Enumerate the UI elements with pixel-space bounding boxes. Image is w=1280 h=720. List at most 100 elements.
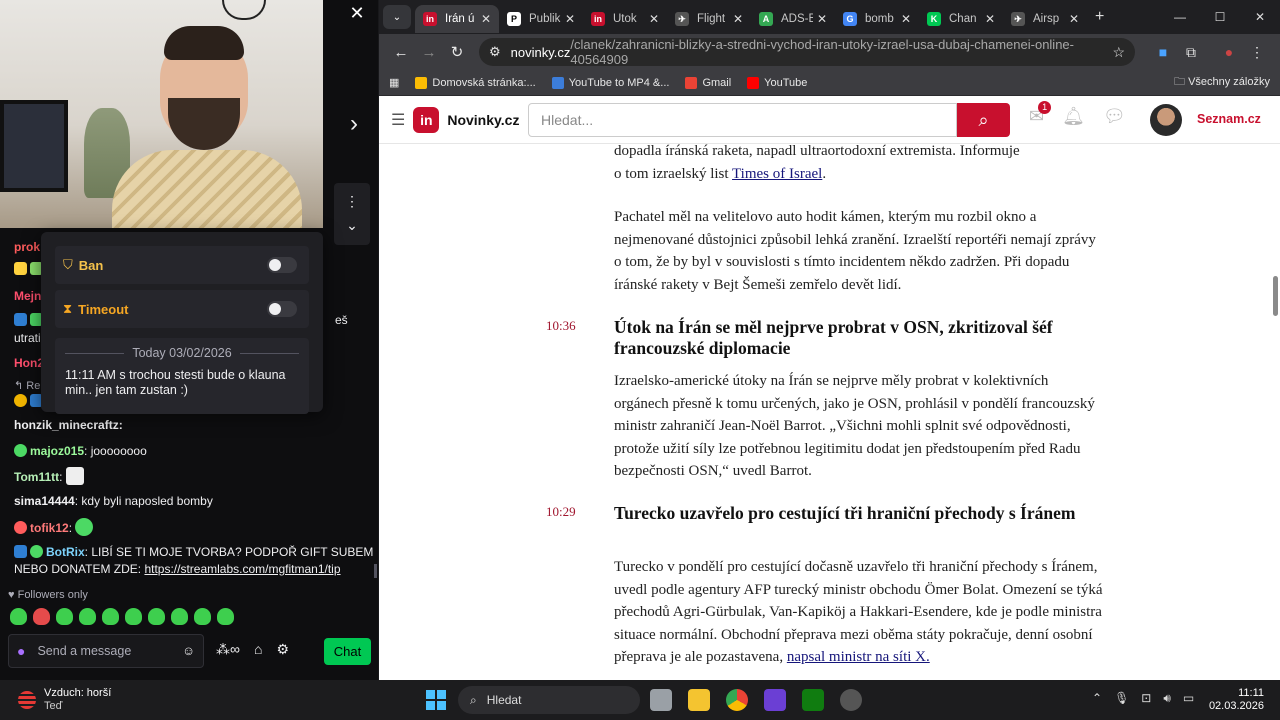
novinky-logo[interactable]: in	[413, 106, 440, 133]
browser-tab[interactable]: in Írán ú ✕	[415, 5, 499, 33]
emote-icon[interactable]	[79, 608, 96, 625]
avatar[interactable]	[1150, 104, 1182, 136]
site-search-input[interactable]: Hledat...	[528, 103, 957, 137]
tab-close-icon[interactable]: ✕	[901, 12, 911, 26]
apps-grid-icon[interactable]: ▦	[389, 76, 399, 89]
taskbar-search[interactable]: ⌕ Hledat	[458, 686, 640, 714]
chat-username[interactable]: tofik12	[30, 521, 69, 535]
weather-widget[interactable]: Vzduch: horší Teď	[18, 687, 111, 713]
search-icon[interactable]: ⌕	[957, 103, 1010, 137]
chat-username[interactable]: honzik_minecraftz:	[14, 418, 123, 432]
store-icon[interactable]: ⌂	[254, 641, 262, 658]
windows-start-icon[interactable]	[426, 690, 446, 710]
tab-close-icon[interactable]: ✕	[733, 12, 743, 26]
browser-tab[interactable]: ✈ Airsp ✕	[1003, 5, 1087, 33]
maximize-icon[interactable]: ☐	[1200, 0, 1240, 34]
chevron-right-icon[interactable]: ›	[350, 110, 358, 138]
chat-username[interactable]: Hon2	[14, 356, 44, 370]
bookmark-item[interactable]: Gmail	[685, 76, 731, 89]
extension-icon[interactable]: ■	[1149, 44, 1177, 60]
microphone-icon[interactable]: 🎙︎	[1114, 691, 1129, 706]
chevron-up-icon[interactable]: ⌃	[1092, 691, 1102, 706]
clock[interactable]: 11:11 02.03.2026	[1206, 687, 1264, 713]
hamburger-menu-icon[interactable]: ☰	[391, 110, 405, 130]
close-window-icon[interactable]: ✕	[1240, 0, 1280, 34]
chat-input[interactable]: ● Send a message ☺	[8, 634, 204, 668]
emote-icon[interactable]	[171, 608, 188, 625]
bell-icon[interactable]: 🔔︎	[1062, 106, 1085, 127]
tab-close-icon[interactable]: ✕	[985, 12, 995, 26]
tab-close-icon[interactable]: ✕	[565, 12, 575, 26]
battery-icon[interactable]: ▭	[1183, 691, 1194, 706]
tab-search-icon[interactable]: ⌄	[383, 5, 411, 29]
minimize-icon[interactable]: —	[1160, 0, 1200, 34]
bookmark-item[interactable]: Domovská stránka:...	[415, 76, 536, 89]
seznam-link[interactable]: Seznam.cz	[1197, 112, 1261, 126]
chat-username[interactable]: Mejn	[14, 289, 41, 303]
browser-menu-icon[interactable]: ⋮	[1243, 44, 1271, 61]
page-scrollbar[interactable]	[1273, 276, 1278, 316]
bookmark-item[interactable]: YouTube	[747, 76, 807, 89]
microphone-icon[interactable]: ●	[17, 643, 25, 659]
app-icon[interactable]	[764, 689, 786, 711]
forward-icon[interactable]: →	[415, 44, 443, 61]
chrome-icon[interactable]	[726, 689, 748, 711]
chat-scrollbar[interactable]	[374, 564, 377, 578]
bookmark-item[interactable]: YouTube to MP4 &...	[551, 76, 669, 89]
ban-row[interactable]: ⛉ Ban	[55, 246, 309, 284]
chat-username[interactable]: Tom11tt	[14, 470, 59, 484]
browser-tab[interactable]: Gbomb ✕	[835, 5, 919, 33]
timeout-toggle[interactable]	[267, 301, 297, 317]
chat-username[interactable]: sima14444	[14, 494, 75, 508]
emote-icon[interactable]	[125, 608, 142, 625]
drops-icon[interactable]: ⁂∞	[216, 641, 240, 658]
browser-tab[interactable]: P Publik ✕	[499, 5, 583, 33]
address-bar[interactable]: ⚙ novinky.cz/clanek/zahranicni-blizky-a-…	[479, 37, 1135, 67]
site-info-icon[interactable]: ⚙	[489, 44, 501, 60]
mail-icon[interactable]: ✉ 1	[1029, 101, 1052, 127]
chat-link[interactable]: https://streamlabs.com/mgfitman1/tip	[144, 562, 340, 576]
emote-icon[interactable]	[194, 608, 211, 625]
app-icon[interactable]	[840, 689, 862, 711]
xbox-icon[interactable]	[802, 689, 824, 711]
tab-close-icon[interactable]: ✕	[481, 12, 491, 26]
times-of-israel-link[interactable]: Times of Israel	[732, 166, 822, 182]
chat-send-button[interactable]: Chat	[324, 638, 371, 665]
site-name[interactable]: Novinky.cz	[447, 112, 519, 128]
emoji-icon[interactable]: ☺	[182, 644, 195, 658]
network-icon[interactable]: ⊡	[1141, 691, 1151, 706]
new-tab-icon[interactable]: +	[1095, 8, 1104, 26]
chat-username[interactable]: majoz015	[30, 444, 84, 458]
browser-tab[interactable]: in Útok ✕	[583, 5, 667, 33]
chat-username[interactable]: BotRix	[46, 545, 85, 559]
emote-icon[interactable]	[33, 608, 50, 625]
chat-username[interactable]: prok	[14, 240, 40, 254]
back-icon[interactable]: ←	[387, 44, 415, 61]
timeout-row[interactable]: ⧗ Timeout	[55, 290, 309, 328]
chat-menu-box[interactable]: ⋮ ⌄	[334, 183, 370, 245]
tab-close-icon[interactable]: ✕	[649, 12, 659, 26]
gear-icon[interactable]: ⚙	[276, 641, 289, 658]
close-icon[interactable]: ✕	[343, 3, 371, 25]
tab-close-icon[interactable]: ✕	[817, 12, 827, 26]
volume-icon[interactable]: 🔊︎	[1163, 691, 1171, 706]
chat-bubble-icon[interactable]: 💬︎	[1103, 106, 1126, 127]
browser-tab[interactable]: A ADS-B ✕	[751, 5, 835, 33]
bookmark-star-icon[interactable]: ☆	[1112, 44, 1125, 61]
emote-icon[interactable]	[217, 608, 234, 625]
chevron-down-icon[interactable]: ⌄	[334, 213, 370, 237]
emote-icon[interactable]	[148, 608, 165, 625]
entry-link[interactable]: napsal ministr na síti X.	[787, 649, 930, 665]
emote-icon[interactable]	[56, 608, 73, 625]
browser-tab[interactable]: ✈ Flight ✕	[667, 5, 751, 33]
more-vertical-icon[interactable]: ⋮	[334, 189, 370, 213]
tab-close-icon[interactable]: ✕	[1069, 12, 1079, 26]
file-explorer-icon[interactable]	[688, 689, 710, 711]
task-view-icon[interactable]	[650, 689, 672, 711]
emote-icon[interactable]	[10, 608, 27, 625]
extensions-puzzle-icon[interactable]: ⧉	[1177, 44, 1205, 61]
webcam-video[interactable]	[0, 0, 323, 228]
emote-icon[interactable]	[102, 608, 119, 625]
ban-toggle[interactable]	[267, 257, 297, 273]
browser-tab[interactable]: K Chan ✕	[919, 5, 1003, 33]
